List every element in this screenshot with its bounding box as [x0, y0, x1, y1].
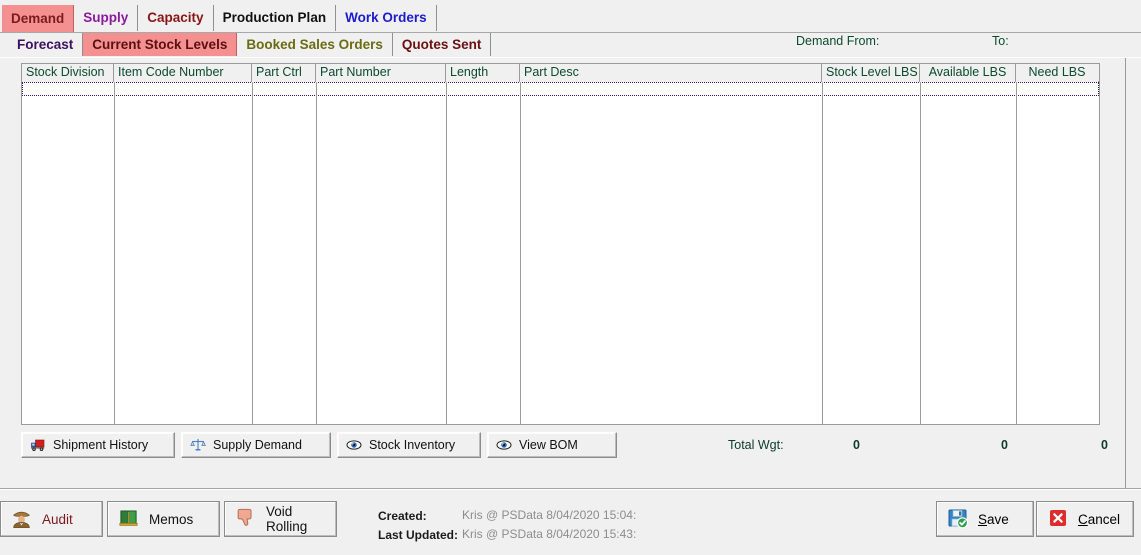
footer-bar: Audit Memos Void Rolling Created: Kris @ P…: [0, 488, 1141, 555]
panel-right-gutter: [1125, 58, 1141, 490]
button-label: Void Rolling: [266, 504, 308, 534]
sub-tab-booked-sales-orders[interactable]: Booked Sales Orders: [237, 33, 393, 56]
grid-column-divider: [1016, 82, 1017, 424]
main-tab-demand[interactable]: Demand: [2, 5, 75, 32]
audit-button[interactable]: Audit: [0, 501, 103, 537]
cancel-rest: ancel: [1087, 511, 1121, 527]
main-tab-strip: Demand Supply Capacity Production Plan Work …: [0, 0, 1141, 33]
cancel-button-label: Cancel: [1078, 512, 1120, 527]
grid-body[interactable]: [22, 82, 1099, 424]
book-icon: [118, 507, 140, 531]
memos-button[interactable]: Memos: [107, 501, 220, 537]
grid-column-divider: [446, 82, 447, 424]
created-label: Created:: [378, 509, 427, 523]
grid-column-divider: [114, 82, 115, 424]
grid-column-header[interactable]: Need LBS: [1016, 64, 1098, 82]
stock-levels-grid[interactable]: Stock Division Item Code Number Part Ctrl P…: [21, 63, 1100, 425]
grid-selected-row[interactable]: [22, 82, 1099, 96]
created-row: Created:: [378, 509, 427, 523]
red-x-icon: [1047, 507, 1069, 531]
cancel-button[interactable]: Cancel: [1036, 501, 1134, 537]
last-updated-value: Kris @ PSData 8/04/2020 15:43:: [462, 527, 637, 541]
application-window: Demand Supply Capacity Production Plan Work …: [0, 0, 1141, 555]
button-label: View BOM: [519, 438, 578, 452]
grid-column-divider: [822, 82, 823, 424]
sub-tab-quotes-sent[interactable]: Quotes Sent: [392, 33, 492, 56]
grid-column-divider: [920, 82, 921, 424]
grid-column-header[interactable]: Part Ctrl: [252, 64, 316, 82]
grid-column-header[interactable]: Available LBS: [920, 64, 1016, 82]
save-button-label: Save: [978, 512, 1009, 527]
grid-column-divider: [252, 82, 253, 424]
demand-from-label: Demand From:: [796, 34, 880, 48]
supply-demand-button[interactable]: Supply Demand: [181, 432, 331, 458]
save-rest: ave: [987, 511, 1009, 527]
button-label: Memos: [149, 511, 194, 527]
grid-column-header[interactable]: Part Number: [316, 64, 446, 82]
total-stock-level-value: 0: [853, 438, 860, 452]
grid-column-header[interactable]: Item Code Number: [114, 64, 252, 82]
button-label: Stock Inventory: [369, 438, 456, 452]
eye-icon: [346, 437, 362, 453]
save-button[interactable]: Save: [936, 501, 1034, 537]
grid-column-divider: [520, 82, 521, 424]
grid-column-divider: [316, 82, 317, 424]
last-updated-label: Last Updated:: [378, 528, 459, 542]
void-rolling-button[interactable]: Void Rolling: [224, 501, 337, 537]
button-label: Supply Demand: [213, 438, 302, 452]
thumbs-down-icon: [235, 507, 257, 531]
view-bom-button[interactable]: View BOM: [487, 432, 617, 458]
demand-to-label: To:: [992, 34, 1009, 48]
grid-action-button-row: Shipment History Supply Demand Stock Inven…: [21, 432, 1100, 458]
total-available-value: 0: [1001, 438, 1008, 452]
button-label: Audit: [42, 511, 73, 527]
grid-column-header[interactable]: Part Desc: [520, 64, 822, 82]
button-label: Shipment History: [53, 438, 149, 452]
floppy-save-icon: [947, 507, 969, 531]
main-tab-capacity[interactable]: Capacity: [138, 5, 214, 31]
grid-column-header[interactable]: Stock Level LBS: [822, 64, 920, 82]
main-tab-supply[interactable]: Supply: [74, 5, 139, 31]
created-value: Kris @ PSData 8/04/2020 15:04:: [462, 508, 637, 522]
grid-header-row: Stock Division Item Code Number Part Ctrl P…: [22, 64, 1099, 82]
created-value-wrap: Kris @ PSData 8/04/2020 15:04:: [462, 508, 636, 522]
grid-column-header[interactable]: Stock Division: [22, 64, 114, 82]
detective-icon: [11, 507, 33, 531]
save-accel: S: [978, 511, 988, 527]
truck-icon: [30, 437, 46, 453]
updated-value-wrap: Kris @ PSData 8/04/2020 15:43:: [462, 527, 636, 541]
scales-icon: [190, 437, 206, 453]
main-tab-work-orders[interactable]: Work Orders: [336, 5, 437, 31]
sub-tab-strip: Forecast Current Stock Levels Booked Sales…: [0, 33, 1141, 57]
updated-row: Last Updated:: [378, 528, 458, 542]
total-need-value: 0: [1101, 438, 1108, 452]
sub-tab-forecast[interactable]: Forecast: [8, 33, 84, 56]
stock-inventory-button[interactable]: Stock Inventory: [337, 432, 481, 458]
total-weight-label: Total Wgt:: [728, 438, 784, 452]
shipment-history-button[interactable]: Shipment History: [21, 432, 175, 458]
sub-tab-current-stock-levels[interactable]: Current Stock Levels: [83, 33, 238, 56]
content-panel: Stock Division Item Code Number Part Ctrl P…: [0, 57, 1141, 490]
grid-column-header[interactable]: Length: [446, 64, 520, 82]
eye-icon: [496, 437, 512, 453]
main-tab-production-plan[interactable]: Production Plan: [213, 5, 337, 31]
cancel-accel: C: [1078, 511, 1088, 527]
